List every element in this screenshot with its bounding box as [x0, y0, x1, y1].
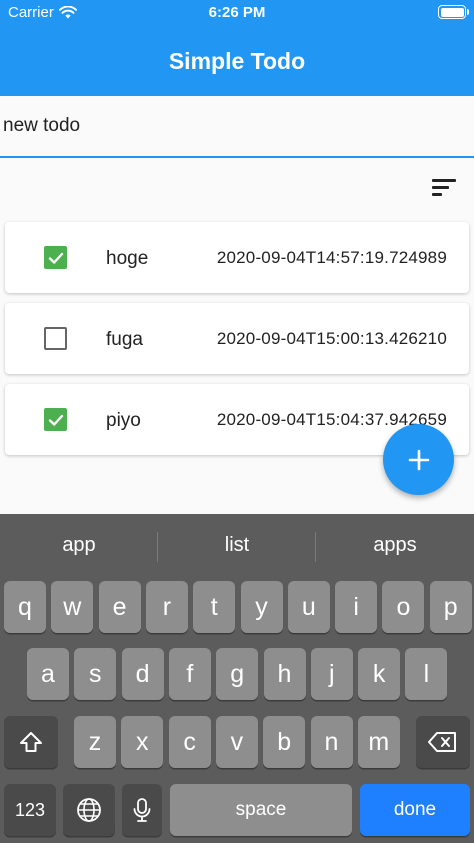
todo-name: hoge: [106, 248, 149, 269]
backspace-key[interactable]: [416, 716, 470, 768]
suggestion-item[interactable]: app: [0, 534, 158, 557]
todo-name: piyo: [106, 410, 141, 431]
key-c[interactable]: c: [168, 716, 211, 768]
app-bar: Carrier 6:26 PM Simple Todo: [0, 0, 474, 96]
key-l[interactable]: l: [405, 648, 448, 700]
key-r[interactable]: r: [145, 581, 188, 633]
key-y[interactable]: y: [240, 581, 283, 633]
status-time: 6:26 PM: [208, 4, 266, 21]
key-j[interactable]: j: [310, 648, 353, 700]
key-n[interactable]: n: [310, 716, 353, 768]
key-e[interactable]: e: [98, 581, 141, 633]
key-h[interactable]: h: [263, 648, 306, 700]
key-x[interactable]: x: [121, 716, 164, 768]
key-f[interactable]: f: [168, 648, 211, 700]
todo-input-container: [0, 96, 474, 158]
todo-item[interactable]: fuga 2020-09-04T15:00:13.426210: [5, 303, 469, 374]
globe-key[interactable]: [63, 784, 115, 836]
suggestion-item[interactable]: list: [158, 534, 316, 557]
key-w[interactable]: w: [51, 581, 94, 633]
microphone-icon: [133, 798, 151, 822]
add-todo-button[interactable]: [383, 424, 454, 495]
key-d[interactable]: d: [121, 648, 164, 700]
shift-icon: [20, 732, 42, 752]
key-b[interactable]: b: [263, 716, 306, 768]
shift-key[interactable]: [4, 716, 58, 768]
suggestion-bar: app list apps: [0, 514, 474, 578]
sort-icon[interactable]: [428, 174, 460, 202]
check-icon: [48, 414, 63, 426]
key-i[interactable]: i: [335, 581, 378, 633]
todo-item[interactable]: hoge 2020-09-04T14:57:19.724989: [5, 222, 469, 293]
key-m[interactable]: m: [357, 716, 400, 768]
todo-date: 2020-09-04T15:00:13.426210: [216, 329, 447, 348]
key-s[interactable]: s: [74, 648, 117, 700]
todo-checkbox[interactable]: [44, 327, 67, 350]
done-key[interactable]: done: [360, 784, 470, 836]
key-o[interactable]: o: [382, 581, 425, 633]
suggestion-item[interactable]: apps: [316, 534, 474, 557]
backspace-icon: [428, 732, 456, 752]
todo-checkbox[interactable]: [44, 408, 67, 431]
key-v[interactable]: v: [215, 716, 258, 768]
input-underline: [0, 156, 474, 158]
status-bar: Carrier 6:26 PM: [0, 0, 474, 26]
key-g[interactable]: g: [216, 648, 259, 700]
key-z[interactable]: z: [74, 716, 116, 768]
todo-input[interactable]: [0, 96, 474, 156]
todo-name: fuga: [106, 329, 143, 350]
space-key[interactable]: space: [170, 784, 352, 836]
key-k[interactable]: k: [358, 648, 401, 700]
keyboard: app list apps qwertyuiop asdfghjkl zxcvbnm…: [0, 514, 474, 843]
key-u[interactable]: u: [287, 581, 330, 633]
numbers-key[interactable]: 123: [4, 784, 56, 836]
key-a[interactable]: a: [27, 648, 69, 700]
globe-icon: [77, 798, 101, 822]
key-t[interactable]: t: [193, 581, 236, 633]
battery-icon: [438, 5, 469, 19]
key-q[interactable]: q: [4, 581, 46, 633]
dictation-key[interactable]: [122, 784, 162, 836]
check-icon: [48, 252, 63, 264]
todo-date: 2020-09-04T14:57:19.724989: [216, 248, 447, 267]
app-screen: Carrier 6:26 PM Simple Todo hoge2020-09-…: [0, 0, 474, 843]
plus-icon: [408, 449, 429, 470]
page-title: Simple Todo: [168, 48, 306, 74]
todo-checkbox[interactable]: [44, 246, 67, 269]
key-p[interactable]: p: [429, 581, 472, 633]
